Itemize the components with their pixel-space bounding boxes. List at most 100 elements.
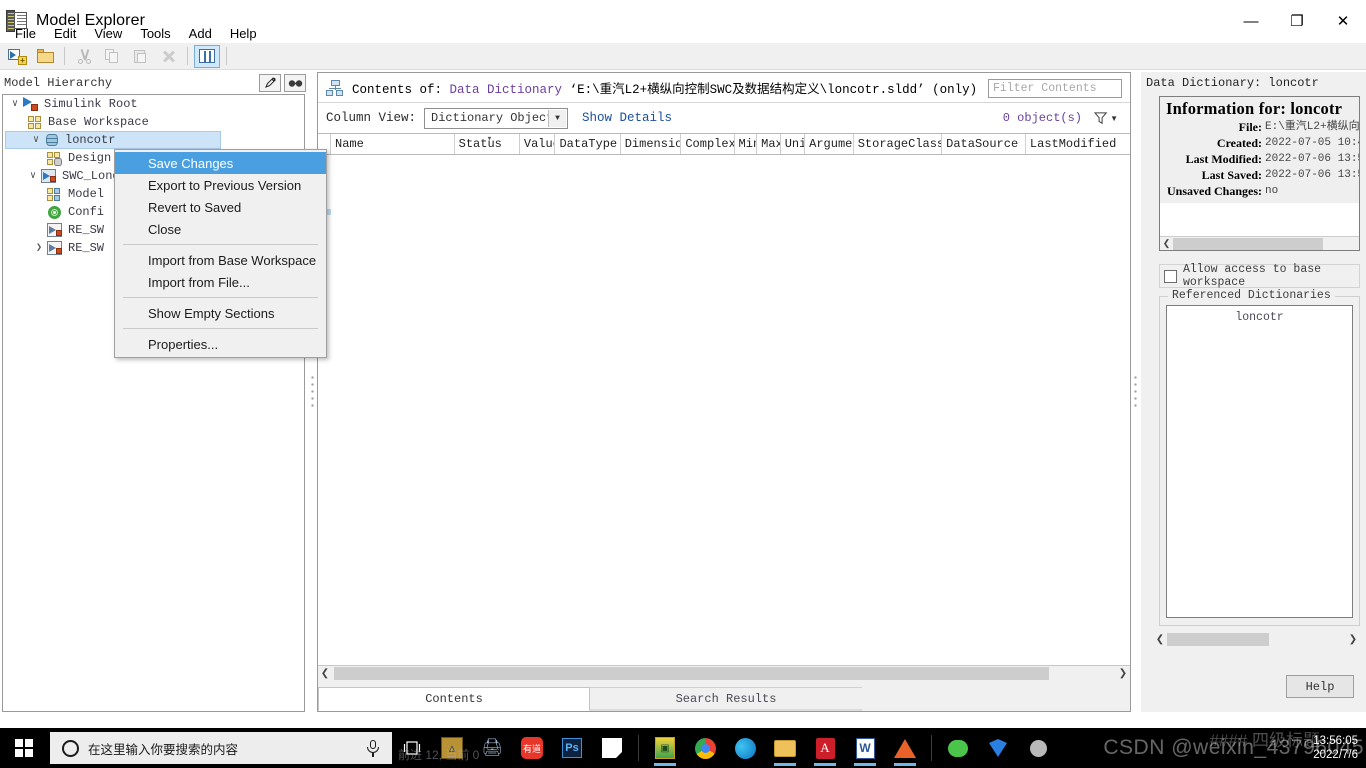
new-model-button[interactable]: +: [4, 45, 30, 68]
scroll-thumb[interactable]: [1167, 632, 1269, 646]
context-menu-separator-2: [123, 297, 318, 298]
context-menu-item-import-base-workspace[interactable]: Import from Base Workspace: [115, 249, 326, 271]
allow-access-checkbox[interactable]: [1164, 269, 1177, 283]
taskbar-app-chrome[interactable]: [685, 728, 725, 768]
scroll-right-icon[interactable]: ❯: [1116, 668, 1130, 679]
microphone-icon[interactable]: [366, 739, 380, 757]
menu-add[interactable]: Add: [180, 25, 221, 42]
filter-contents-input[interactable]: Filter Contents: [988, 79, 1122, 98]
contents-type-link[interactable]: Data Dictionary: [450, 83, 563, 97]
column-view-select[interactable]: Dictionary Objects ▼: [424, 107, 569, 129]
scroll-track[interactable]: [1167, 632, 1346, 646]
help-button[interactable]: Help: [1286, 675, 1354, 698]
taskbar-app-printer[interactable]: 🖨: [472, 728, 512, 768]
chevron-down-icon[interactable]: ▼: [548, 109, 567, 127]
expander-icon[interactable]: ∨: [7, 98, 23, 110]
column-header-complexity[interactable]: Complexity: [681, 134, 735, 154]
tray-tencent[interactable]: [978, 728, 1018, 768]
tray-antivirus[interactable]: [1018, 728, 1058, 768]
right-splitter[interactable]: [1131, 72, 1140, 712]
grid-column-headers: Name Status Value DataType Dimensions Co…: [318, 133, 1130, 155]
contents-header: Contents of: Data Dictionary ‘E:\重汽L2+横纵…: [318, 73, 1130, 103]
taskbar-clock[interactable]: 13:56:05 2022/7/6: [1313, 734, 1358, 762]
scroll-thumb[interactable]: [1173, 237, 1323, 250]
taskbar-app-edge[interactable]: [725, 728, 765, 768]
column-header-lastmodified[interactable]: LastModified: [1026, 134, 1130, 154]
column-header-datatype[interactable]: DataType: [555, 134, 621, 154]
filter-button[interactable]: ▼: [1094, 109, 1118, 127]
column-header-datasource[interactable]: DataSource: [942, 134, 1026, 154]
taskbar-app-snipaste[interactable]: ▣: [645, 728, 685, 768]
context-menu[interactable]: Save Changes Export to Previous Version …: [114, 149, 327, 358]
copy-button[interactable]: [99, 45, 125, 68]
scroll-track[interactable]: [332, 666, 1116, 680]
taskbar-app-youdao[interactable]: 有道: [512, 728, 552, 768]
taskbar-app-word[interactable]: W: [845, 728, 885, 768]
taskbar-app-acrobat[interactable]: A: [805, 728, 845, 768]
expander-icon[interactable]: ∨: [25, 170, 41, 182]
paste-button[interactable]: [127, 45, 153, 68]
scroll-left-icon[interactable]: ❮: [1160, 238, 1173, 249]
cortana-circle-icon: [62, 739, 79, 757]
referenced-dictionaries-list[interactable]: loncotr: [1166, 305, 1353, 618]
referenced-dictionaries-group: Referenced Dictionaries loncotr: [1159, 289, 1360, 626]
scroll-left-icon[interactable]: ❮: [318, 668, 332, 679]
link-glasses-button[interactable]: [284, 74, 306, 92]
expander-icon[interactable]: ∨: [28, 134, 44, 146]
tree-item-base-workspace[interactable]: Base Workspace: [3, 113, 304, 131]
show-details-link[interactable]: Show Details: [582, 111, 672, 125]
columns-button[interactable]: [194, 44, 220, 68]
tree-item-loncotr[interactable]: ∨ loncotr: [5, 131, 221, 149]
column-header-storageclass[interactable]: StorageClass: [854, 134, 943, 154]
task-view-button[interactable]: [392, 728, 432, 768]
scroll-left-icon[interactable]: ❮: [1153, 634, 1167, 645]
open-button[interactable]: [32, 45, 58, 68]
taskbar-app-explorer[interactable]: [765, 728, 805, 768]
menu-tools[interactable]: Tools: [131, 25, 179, 42]
tab-contents[interactable]: Contents: [318, 687, 590, 711]
delete-button[interactable]: [155, 45, 181, 68]
column-header-value[interactable]: Value: [520, 134, 556, 154]
contents-horizontal-scrollbar[interactable]: ❮ ❯: [318, 665, 1130, 680]
information-horizontal-scrollbar[interactable]: ❮: [1160, 236, 1359, 250]
splitter-grip-icon: [1134, 374, 1137, 410]
edit-pencil-button[interactable]: [259, 74, 281, 92]
scroll-right-icon[interactable]: ❯: [1346, 634, 1360, 645]
taskbar-search[interactable]: 在这里输入你要搜索的内容: [50, 732, 392, 764]
context-menu-item-show-empty-sections[interactable]: Show Empty Sections: [115, 302, 326, 324]
context-menu-item-import-from-file[interactable]: Import from File...: [115, 271, 326, 293]
column-header-max[interactable]: Max: [757, 134, 781, 154]
tree-item-simulink-root[interactable]: ∨ Simulink Root: [3, 95, 304, 113]
taskbar-app-foxmail[interactable]: ▵: [432, 728, 472, 768]
menu-edit[interactable]: Edit: [45, 25, 85, 42]
right-panel-horizontal-scrollbar[interactable]: ❮ ❯: [1153, 632, 1360, 646]
context-menu-item-close[interactable]: Close: [115, 218, 326, 240]
start-button[interactable]: [0, 728, 48, 768]
tab-search-results[interactable]: Search Results: [590, 687, 862, 711]
taskbar-app-notes[interactable]: [592, 728, 632, 768]
context-menu-item-save-changes[interactable]: Save Changes: [115, 152, 326, 174]
context-menu-item-revert-to-saved[interactable]: Revert to Saved: [115, 196, 326, 218]
taskbar-app-photoshop[interactable]: Ps: [552, 728, 592, 768]
column-header-argument[interactable]: Argument: [805, 134, 854, 154]
scroll-thumb[interactable]: [334, 666, 1049, 680]
column-header-min[interactable]: Min: [735, 134, 758, 154]
tray-wechat[interactable]: [938, 728, 978, 768]
column-header-name[interactable]: Name: [331, 134, 455, 154]
simulink-root-icon: [23, 97, 39, 111]
taskbar-app-matlab[interactable]: [885, 728, 925, 768]
column-header-dimensions[interactable]: Dimensions: [621, 134, 682, 154]
contents-grid-body[interactable]: [318, 209, 1130, 663]
cut-button[interactable]: [71, 45, 97, 68]
menu-help[interactable]: Help: [221, 25, 266, 42]
context-menu-item-export-previous-version[interactable]: Export to Previous Version: [115, 174, 326, 196]
context-menu-item-properties[interactable]: Properties...: [115, 333, 326, 355]
menu-view[interactable]: View: [85, 25, 131, 42]
expander-icon[interactable]: ❯: [31, 242, 47, 254]
list-item[interactable]: loncotr: [1167, 311, 1352, 324]
menu-file[interactable]: File: [6, 25, 45, 42]
allow-access-checkbox-row[interactable]: Allow access to base workspace: [1159, 263, 1360, 289]
column-header-unit[interactable]: Unit: [781, 134, 806, 154]
info-value: 2022-07-05 10:46: [1265, 137, 1359, 149]
column-header-status[interactable]: Status: [455, 134, 520, 154]
